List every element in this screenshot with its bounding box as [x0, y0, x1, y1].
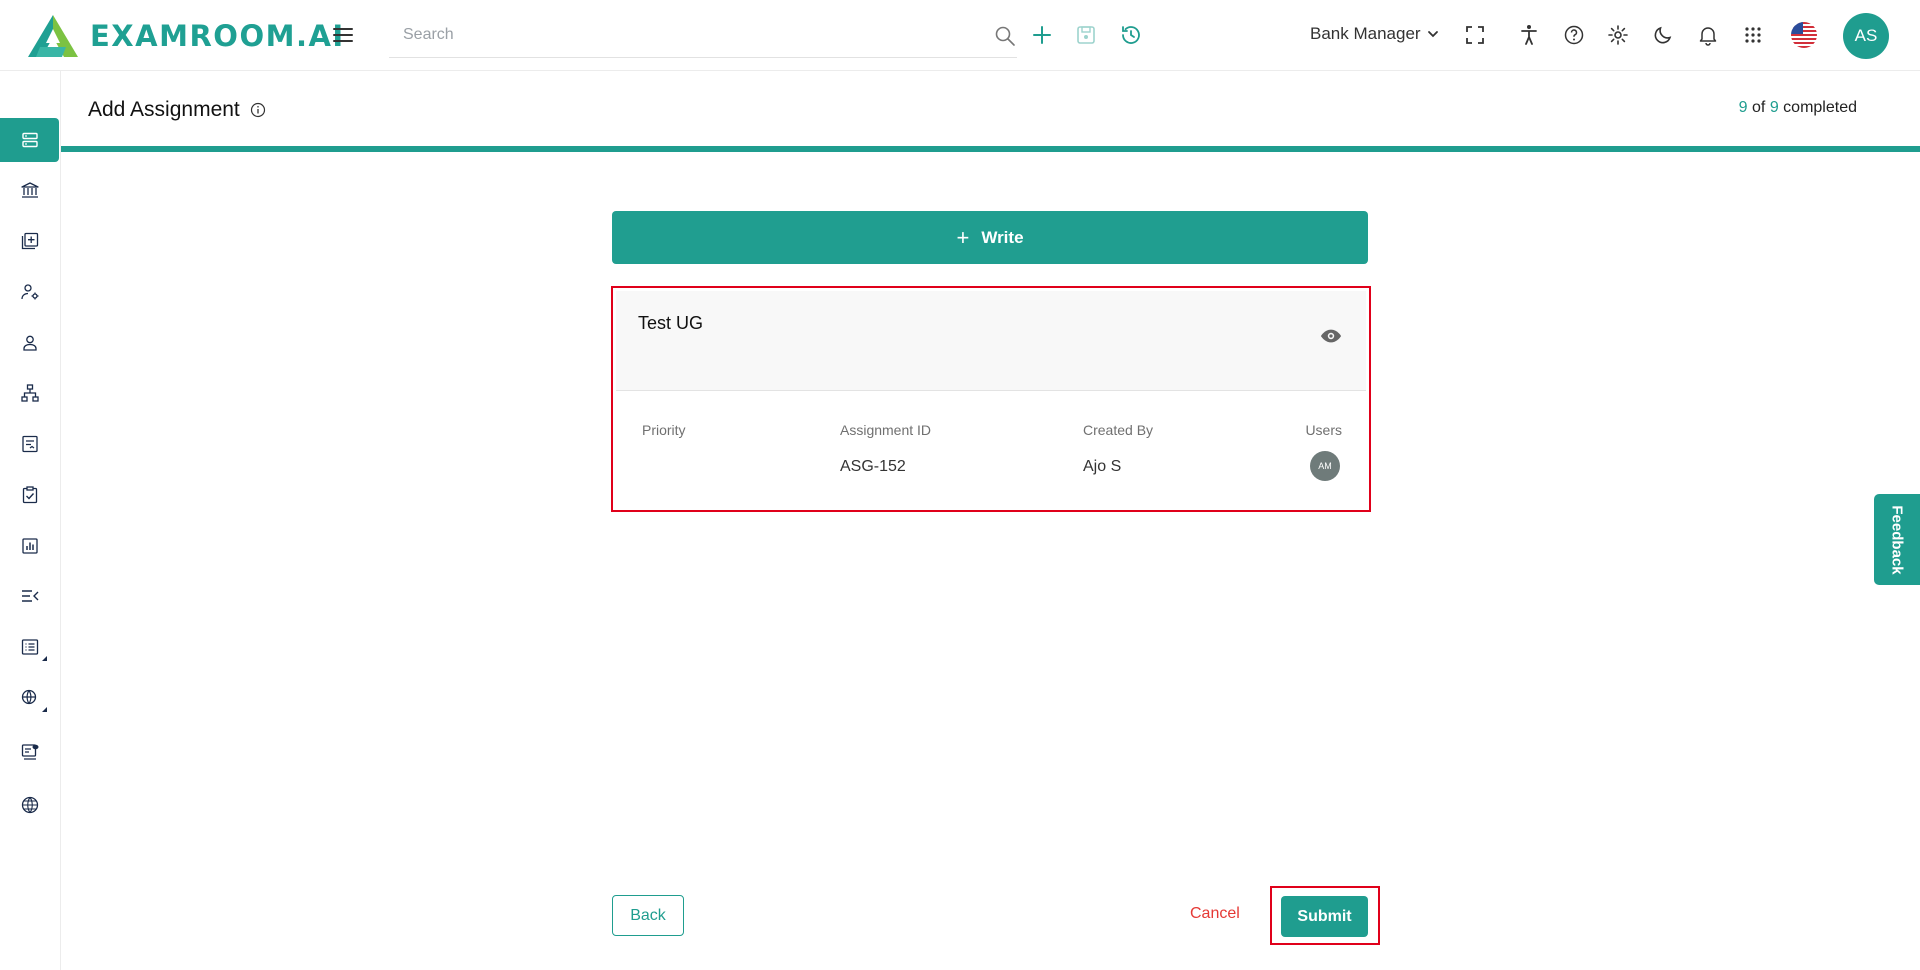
page-title-text: Add Assignment [88, 98, 240, 121]
document-icon [22, 435, 38, 453]
accessibility-icon[interactable] [1517, 23, 1541, 47]
add-library-icon [21, 232, 39, 250]
progress-bar [61, 146, 1920, 152]
apps-grid-icon[interactable] [1741, 23, 1765, 47]
submenu-indicator [42, 656, 47, 661]
chat-terminal-icon [21, 744, 39, 760]
write-button-label: Write [981, 227, 1024, 247]
created-by-label: Created By [1083, 422, 1154, 438]
checklist-icon [21, 639, 39, 655]
feedback-label: Feedback [1888, 504, 1906, 575]
sidebar-item-checklist[interactable] [0, 625, 60, 669]
settings-icon[interactable] [1606, 23, 1630, 47]
info-icon[interactable] [250, 102, 266, 118]
progress-completed-count: 9 [1738, 99, 1748, 116]
submenu-indicator [42, 707, 47, 712]
progress-total-count: 9 [1769, 99, 1779, 116]
hierarchy-icon [21, 384, 39, 402]
user-gear-icon [21, 284, 39, 300]
dark-mode-icon[interactable] [1651, 23, 1675, 47]
sidebar-item-user[interactable] [0, 321, 60, 365]
cancel-button[interactable]: Cancel [1190, 905, 1240, 923]
history-icon[interactable] [1119, 23, 1143, 47]
assignment-card-header: Test UG [616, 291, 1366, 391]
help-icon[interactable] [1562, 23, 1586, 47]
sidebar-item-bank[interactable] [0, 168, 60, 212]
app-logo[interactable]: EXAMROOM.AI [26, 12, 345, 60]
role-label: Bank Manager [1310, 24, 1421, 43]
assignment-id-label: Assignment ID [840, 422, 932, 438]
add-icon[interactable] [1030, 23, 1054, 47]
page-title: Add Assignment [88, 98, 266, 122]
sidebar-item-chat[interactable] [0, 730, 60, 774]
logo-text: EXAMROOM.AI [90, 19, 345, 53]
sidebar-item-list-collapse[interactable] [0, 574, 60, 618]
us-flag-icon[interactable] [1791, 22, 1817, 48]
bank-icon [21, 182, 39, 198]
back-button[interactable]: Back [612, 895, 684, 936]
sidebar-item-user-settings[interactable] [0, 270, 60, 314]
fullscreen-icon[interactable] [1463, 23, 1487, 47]
sidebar-item-globe[interactable] [0, 783, 60, 827]
sidebar-item-documents[interactable] [0, 422, 60, 466]
search-input[interactable] [389, 14, 969, 56]
progress-suffix-text: completed [1783, 99, 1857, 116]
submit-button-highlight: Submit [1270, 886, 1380, 945]
clipboard-check-icon [22, 486, 38, 504]
progress-of-text: of [1752, 99, 1766, 116]
created-by-value: Ajo S [1083, 458, 1122, 475]
user-avatar-chip[interactable]: AM [1310, 451, 1340, 481]
progress-status: 9 of 9 completed [1739, 99, 1857, 117]
sidebar-item-add-library[interactable] [0, 219, 60, 263]
assignment-card-highlight: Test UG Priority Assignment ID ASG-152 C… [611, 286, 1371, 512]
bar-chart-icon [22, 538, 38, 554]
sidebar-item-reports[interactable] [0, 524, 60, 568]
search-icon[interactable] [993, 24, 1017, 48]
logo-mark-icon [28, 15, 78, 57]
assignment-id-value: ASG-152 [840, 458, 906, 475]
menu-icon[interactable] [331, 23, 355, 47]
chevron-down-icon [1427, 31, 1438, 38]
users-label: Users [1305, 422, 1342, 438]
sidebar-item-hierarchy[interactable] [0, 371, 60, 415]
write-button[interactable]: + Write [612, 211, 1368, 264]
sidebar [0, 71, 61, 970]
sidebar-item-tasks[interactable] [0, 473, 60, 517]
top-header: EXAMROOM.AI Bank Manager [0, 0, 1920, 71]
role-selector[interactable]: Bank Manager [1310, 24, 1439, 44]
feedback-tab[interactable]: Feedback [1874, 494, 1920, 585]
assignment-title: Test UG [638, 313, 704, 333]
sidebar-item-global-settings[interactable] [0, 676, 60, 720]
submit-button[interactable]: Submit [1281, 896, 1368, 937]
priority-label: Priority [642, 422, 686, 438]
list-collapse-icon [22, 590, 39, 602]
user-icon [23, 335, 37, 351]
view-eye-icon[interactable] [1320, 325, 1342, 347]
save-icon[interactable] [1074, 23, 1098, 47]
server-icon [21, 132, 38, 148]
search-bar [389, 14, 1017, 58]
plus-icon: + [956, 224, 970, 250]
assignment-card[interactable]: Test UG Priority Assignment ID ASG-152 C… [616, 291, 1366, 507]
progress-bar-fill [61, 146, 1920, 152]
globe-gear-icon [21, 689, 37, 705]
notifications-icon[interactable] [1696, 23, 1720, 47]
sidebar-item-dashboard[interactable] [0, 118, 59, 162]
user-avatar[interactable]: AS [1843, 13, 1889, 59]
globe-icon [21, 796, 39, 814]
